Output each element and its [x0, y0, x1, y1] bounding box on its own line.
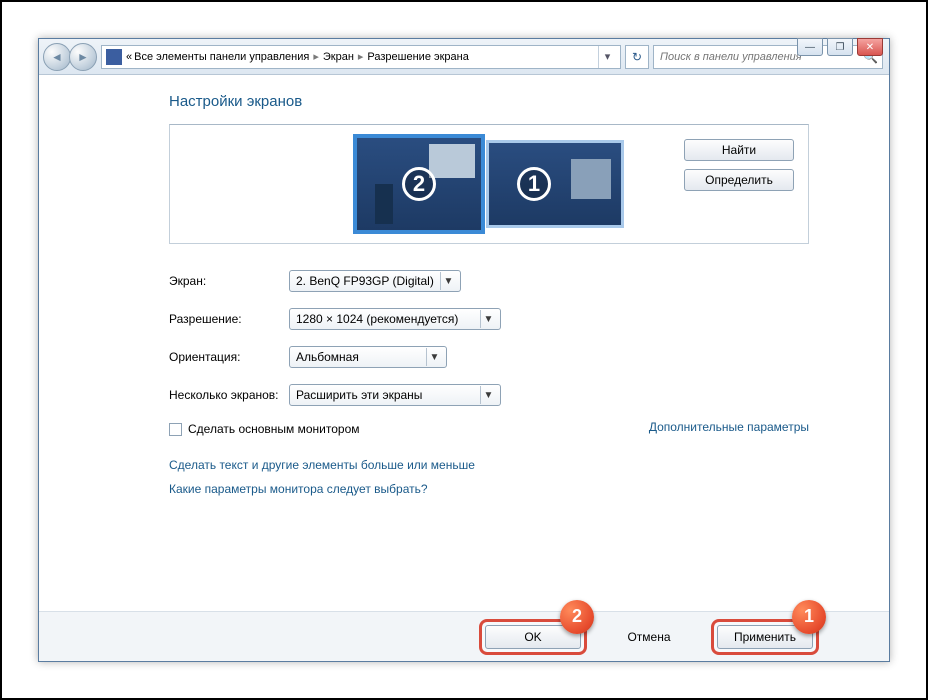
- make-main-checkbox[interactable]: [169, 423, 182, 436]
- breadcrumb-level2[interactable]: Экран: [323, 51, 354, 63]
- screen-dropdown[interactable]: 2. BenQ FP93GP (Digital) ▼: [289, 270, 461, 292]
- make-main-label: Сделать основным монитором: [188, 422, 360, 436]
- monitor-1-badge: 1: [517, 167, 551, 201]
- page-title: Настройки экранов: [169, 93, 809, 110]
- chevron-right-icon: ▸: [311, 50, 321, 63]
- chevron-down-icon: ▼: [480, 386, 496, 404]
- identify-button[interactable]: Определить: [684, 169, 794, 191]
- breadcrumb-level3[interactable]: Разрешение экрана: [367, 51, 468, 63]
- breadcrumb-prefix: «: [126, 51, 132, 63]
- maximize-button[interactable]: ❐: [827, 38, 853, 56]
- footer-bar: 2 OK Отмена 1 Применить: [39, 611, 889, 661]
- multi-label: Несколько экранов:: [169, 388, 289, 402]
- resolution-dropdown[interactable]: 1280 × 1024 (рекомендуется) ▼: [289, 308, 501, 330]
- chevron-right-icon: ▸: [356, 50, 366, 63]
- find-button[interactable]: Найти: [684, 139, 794, 161]
- which-settings-link[interactable]: Какие параметры монитора следует выбрать…: [169, 482, 809, 496]
- monitor-preview: 2 1 Найти Определить: [169, 124, 809, 244]
- chevron-down-icon: ▼: [480, 310, 496, 328]
- annotation-badge-2: 2: [560, 600, 594, 634]
- multi-dropdown[interactable]: Расширить эти экраны ▼: [289, 384, 501, 406]
- cancel-button[interactable]: Отмена: [601, 625, 697, 649]
- advanced-link[interactable]: Дополнительные параметры: [649, 420, 809, 434]
- text-size-link[interactable]: Сделать текст и другие элементы больше и…: [169, 458, 809, 472]
- breadcrumb-level1[interactable]: Все элементы панели управления: [134, 51, 309, 63]
- resolution-label: Разрешение:: [169, 312, 289, 326]
- nav-bar: ◄ ► « Все элементы панели управления ▸ Э…: [39, 39, 889, 75]
- breadcrumb-dropdown[interactable]: ▾: [598, 46, 616, 68]
- annotation-badge-1: 1: [792, 600, 826, 634]
- orientation-dropdown[interactable]: Альбомная ▼: [289, 346, 447, 368]
- chevron-down-icon: ▼: [440, 272, 456, 290]
- monitor-2[interactable]: 2: [354, 135, 484, 233]
- back-button[interactable]: ◄: [43, 43, 71, 71]
- breadcrumb[interactable]: « Все элементы панели управления ▸ Экран…: [101, 45, 621, 69]
- monitor-2-badge: 2: [402, 167, 436, 201]
- orientation-label: Ориентация:: [169, 350, 289, 364]
- close-button[interactable]: ✕: [857, 38, 883, 56]
- refresh-button[interactable]: ↻: [625, 45, 649, 69]
- monitor-1[interactable]: 1: [486, 140, 624, 228]
- control-panel-icon: [106, 49, 122, 65]
- screen-label: Экран:: [169, 274, 289, 288]
- forward-button[interactable]: ►: [69, 43, 97, 71]
- chevron-down-icon: ▼: [426, 348, 442, 366]
- minimize-button[interactable]: —: [797, 38, 823, 56]
